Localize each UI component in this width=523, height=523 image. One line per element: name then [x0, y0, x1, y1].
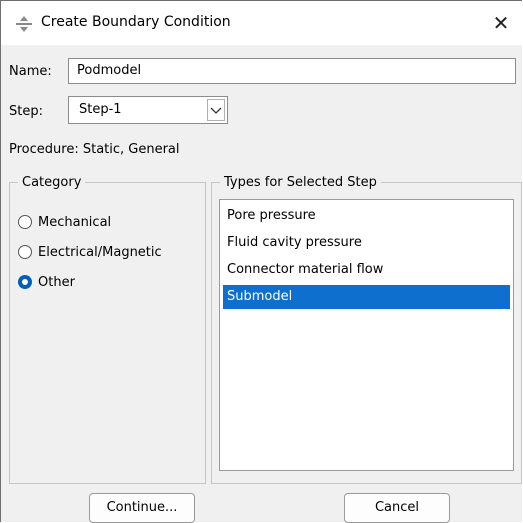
procedure-info: Procedure: Static, General: [9, 142, 180, 157]
radio-button-selected[interactable]: [18, 275, 32, 289]
list-item-pore-pressure[interactable]: Pore pressure: [223, 204, 510, 228]
step-select[interactable]: Step-1: [68, 96, 228, 124]
category-option-mechanical[interactable]: Mechanical: [18, 212, 111, 232]
close-button[interactable]: ✕: [484, 7, 518, 39]
category-option-other[interactable]: Other: [18, 272, 75, 292]
close-icon: ✕: [492, 11, 510, 35]
category-group-title: Category: [22, 175, 82, 190]
list-item-submodel[interactable]: Submodel: [223, 285, 510, 309]
title-bar[interactable]: Create Boundary Condition ✕: [1, 1, 522, 45]
list-item-connector-material-flow[interactable]: Connector material flow: [223, 258, 510, 282]
category-option-electrical-magnetic[interactable]: Electrical/Magnetic: [18, 242, 162, 262]
types-group-title: Types for Selected Step: [224, 175, 377, 190]
category-option-label: Other: [38, 274, 75, 290]
category-group: Category Mechanical Electrical/Magnetic …: [9, 175, 206, 484]
step-select-value: Step-1: [79, 102, 122, 117]
procedure-value: Static, General: [82, 142, 180, 157]
step-select-dropdown-button[interactable]: [207, 99, 225, 121]
chevron-down-icon: [210, 107, 222, 114]
name-input[interactable]: Podmodel: [68, 58, 516, 84]
boundary-condition-icon: [16, 16, 32, 32]
radio-button[interactable]: [18, 245, 32, 259]
window-title: Create Boundary Condition: [41, 14, 231, 30]
cancel-button[interactable]: Cancel: [344, 493, 450, 523]
types-list[interactable]: Pore pressure Fluid cavity pressure Conn…: [219, 199, 514, 471]
list-item-fluid-cavity-pressure[interactable]: Fluid cavity pressure: [223, 231, 510, 255]
radio-button[interactable]: [18, 215, 32, 229]
step-label: Step:: [9, 104, 43, 119]
procedure-label: Procedure:: [9, 142, 79, 157]
continue-button[interactable]: Continue...: [89, 493, 195, 523]
category-option-label: Mechanical: [38, 214, 112, 230]
category-option-label: Electrical/Magnetic: [38, 244, 162, 260]
name-label: Name:: [9, 64, 52, 79]
create-boundary-condition-dialog: Create Boundary Condition ✕ Name: Podmod…: [0, 0, 522, 523]
